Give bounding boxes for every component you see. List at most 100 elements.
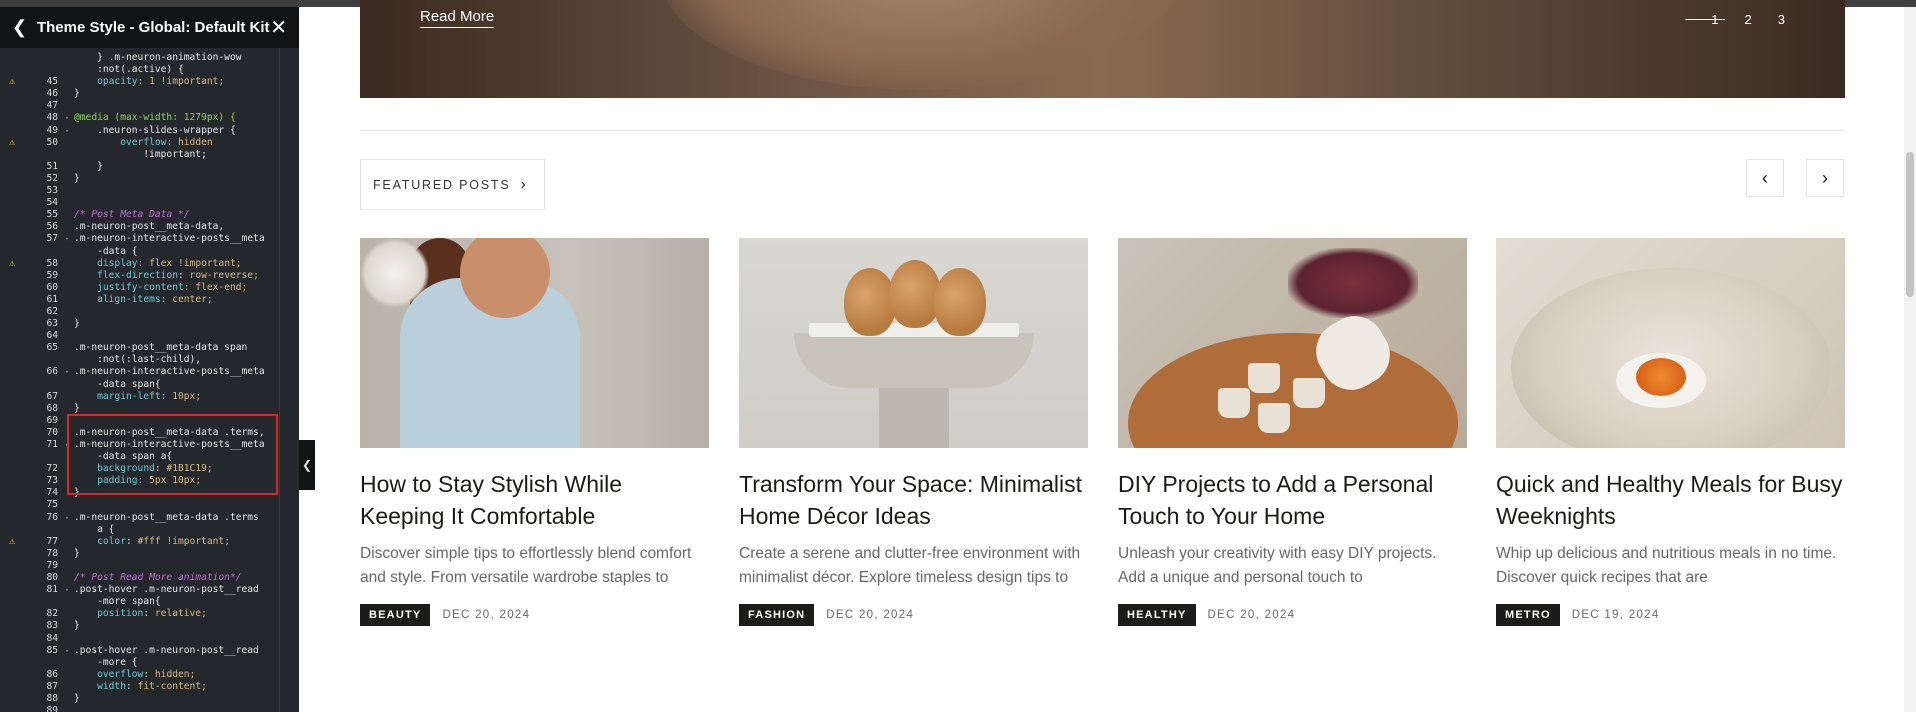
- gutter-cell: [0, 52, 24, 64]
- fold-gutter: [60, 258, 74, 270]
- code-line[interactable]: 83}: [0, 620, 299, 632]
- carousel-prev-button[interactable]: ‹: [1746, 159, 1784, 197]
- code-line[interactable]: :not(.active) {: [0, 64, 299, 76]
- code-line[interactable]: ⚠ 77 color: #fff !important;: [0, 536, 299, 548]
- code-line[interactable]: ⚠ 58 display: flex !important;: [0, 258, 299, 270]
- line-number: 80: [46, 572, 58, 584]
- code-text: .m-neuron-post__meta-data,: [74, 221, 225, 233]
- page-2-indicator[interactable]: 2: [1745, 12, 1752, 27]
- code-line[interactable]: 60 justify-content: flex-end;: [0, 282, 299, 294]
- code-line[interactable]: 76 ▾ .m-neuron-post__meta-data .terms: [0, 512, 299, 524]
- post-title[interactable]: Transform Your Space: Minimalist Home Dé…: [739, 468, 1088, 532]
- post-title[interactable]: DIY Projects to Add a Personal Touch to …: [1118, 468, 1467, 532]
- chevron-left-icon[interactable]: ❮: [12, 17, 33, 38]
- code-line[interactable]: 75: [0, 499, 299, 511]
- read-more-link[interactable]: Read More: [420, 8, 495, 28]
- code-line[interactable]: 57 ▾ .m-neuron-interactive-posts__meta: [0, 233, 299, 245]
- code-line[interactable]: 88}: [0, 693, 299, 705]
- code-line[interactable]: 55 /* Post Meta Data */: [0, 209, 299, 221]
- post-title[interactable]: How to Stay Stylish While Keeping It Com…: [360, 468, 709, 532]
- post-title[interactable]: Quick and Healthy Meals for Busy Weeknig…: [1496, 468, 1845, 532]
- code-line[interactable]: :not(:last-child),: [0, 354, 299, 366]
- code-line[interactable]: 61 align-items: center;: [0, 294, 299, 306]
- code-line[interactable]: 63}: [0, 318, 299, 330]
- code-line[interactable]: -data span{: [0, 379, 299, 391]
- code-line[interactable]: 65 .m-neuron-post__meta-data span: [0, 342, 299, 354]
- code-line[interactable]: 84: [0, 633, 299, 645]
- line-number: 64: [46, 330, 58, 342]
- page-scrollbar[interactable]: [1904, 7, 1916, 712]
- post-thumbnail[interactable]: [1118, 238, 1467, 448]
- fold-arrow-icon[interactable]: ▾: [60, 125, 74, 137]
- code-line[interactable]: 54: [0, 197, 299, 209]
- code-line[interactable]: 48 ▾ @media (max-width: 1279px) {: [0, 112, 299, 124]
- code-line[interactable]: a {: [0, 524, 299, 536]
- line-number: 46: [46, 88, 58, 100]
- gutter-cell: [0, 463, 24, 475]
- code-line[interactable]: 85 ▾ .post-hover .m-neuron-post__read: [0, 645, 299, 657]
- code-line[interactable]: -data {: [0, 246, 299, 258]
- page-3-indicator[interactable]: 3: [1778, 12, 1785, 27]
- post-thumbnail[interactable]: [360, 238, 709, 448]
- code-line[interactable]: 52}: [0, 173, 299, 185]
- fold-gutter: [60, 560, 74, 572]
- warning-icon: ⚠: [8, 257, 16, 269]
- code-line[interactable]: 79: [0, 560, 299, 572]
- code-line[interactable]: 62: [0, 306, 299, 318]
- code-line[interactable]: 64: [0, 330, 299, 342]
- code-line[interactable]: 59 flex-direction: row-reverse;: [0, 270, 299, 282]
- carousel-next-button[interactable]: ›: [1806, 159, 1844, 197]
- code-line[interactable]: 67 margin-left: 10px;: [0, 391, 299, 403]
- code-line[interactable]: 53: [0, 185, 299, 197]
- post-thumbnail[interactable]: [739, 238, 1088, 448]
- code-line[interactable]: 86 overflow: hidden;: [0, 669, 299, 681]
- code-line[interactable]: ⚠ 50 overflow: hidden: [0, 137, 299, 149]
- category-tag[interactable]: METRO: [1496, 604, 1560, 626]
- code-line[interactable]: 46}: [0, 88, 299, 100]
- code-line[interactable]: 51 }: [0, 161, 299, 173]
- code-line[interactable]: !important;: [0, 149, 299, 161]
- fold-arrow-icon[interactable]: ▾: [60, 645, 74, 657]
- category-tag[interactable]: HEALTHY: [1118, 604, 1196, 626]
- fold-arrow-icon[interactable]: ▾: [60, 366, 74, 378]
- code-line[interactable]: 80 /* Post Read More animation*/: [0, 572, 299, 584]
- fold-arrow-icon[interactable]: ▾: [60, 112, 74, 124]
- code-editor[interactable]: } .m-neuron-animation-wow :not(.active) …: [0, 48, 299, 712]
- category-tag[interactable]: BEAUTY: [360, 604, 431, 626]
- code-line[interactable]: 87 width: fit-content;: [0, 681, 299, 693]
- line-number: 63: [46, 318, 58, 330]
- fold-gutter: [60, 209, 74, 221]
- scrollbar-thumb[interactable]: [1906, 152, 1914, 297]
- fold-arrow-icon[interactable]: ▾: [60, 233, 74, 245]
- code-line[interactable]: 78}: [0, 548, 299, 560]
- close-icon[interactable]: ✕: [270, 15, 287, 40]
- code-line[interactable]: 89: [0, 705, 299, 712]
- code-line[interactable]: 68}: [0, 403, 299, 415]
- panel-collapse-toggle[interactable]: ❮: [299, 440, 315, 490]
- gutter-cell: [0, 669, 24, 681]
- code-line[interactable]: 47: [0, 100, 299, 112]
- code-line[interactable]: 49 ▾ .neuron-slides-wrapper {: [0, 125, 299, 137]
- featured-posts-button[interactable]: FEATURED POSTS ›: [360, 159, 545, 210]
- code-line[interactable]: 82 position: relative;: [0, 608, 299, 620]
- category-tag[interactable]: FASHION: [739, 604, 815, 626]
- gutter-cell: [0, 209, 24, 221]
- code-line[interactable]: 56 .m-neuron-post__meta-data,: [0, 221, 299, 233]
- code-line[interactable]: -more {: [0, 657, 299, 669]
- fold-arrow-icon[interactable]: ▾: [60, 512, 74, 524]
- code-line[interactable]: } .m-neuron-animation-wow: [0, 52, 299, 64]
- code-line[interactable]: ⚠ 45 opacity: 1 !important;: [0, 76, 299, 88]
- post-card[interactable]: Transform Your Space: Minimalist Home Dé…: [739, 238, 1088, 626]
- code-line[interactable]: -more span{: [0, 596, 299, 608]
- post-card[interactable]: How to Stay Stylish While Keeping It Com…: [360, 238, 709, 626]
- post-card[interactable]: Quick and Healthy Meals for Busy Weeknig…: [1496, 238, 1845, 626]
- post-thumbnail[interactable]: [1496, 238, 1845, 448]
- fold-arrow-icon[interactable]: ▾: [60, 584, 74, 596]
- chevron-right-icon: ›: [1822, 167, 1828, 188]
- code-line[interactable]: 66 ▾ .m-neuron-interactive-posts__meta: [0, 366, 299, 378]
- code-line[interactable]: 81 ▾ .post-hover .m-neuron-post__read: [0, 584, 299, 596]
- line-number: 47: [46, 100, 58, 112]
- page-1-indicator[interactable]: 1: [1685, 12, 1726, 27]
- post-card[interactable]: DIY Projects to Add a Personal Touch to …: [1118, 238, 1467, 626]
- line-number: 51: [46, 160, 58, 172]
